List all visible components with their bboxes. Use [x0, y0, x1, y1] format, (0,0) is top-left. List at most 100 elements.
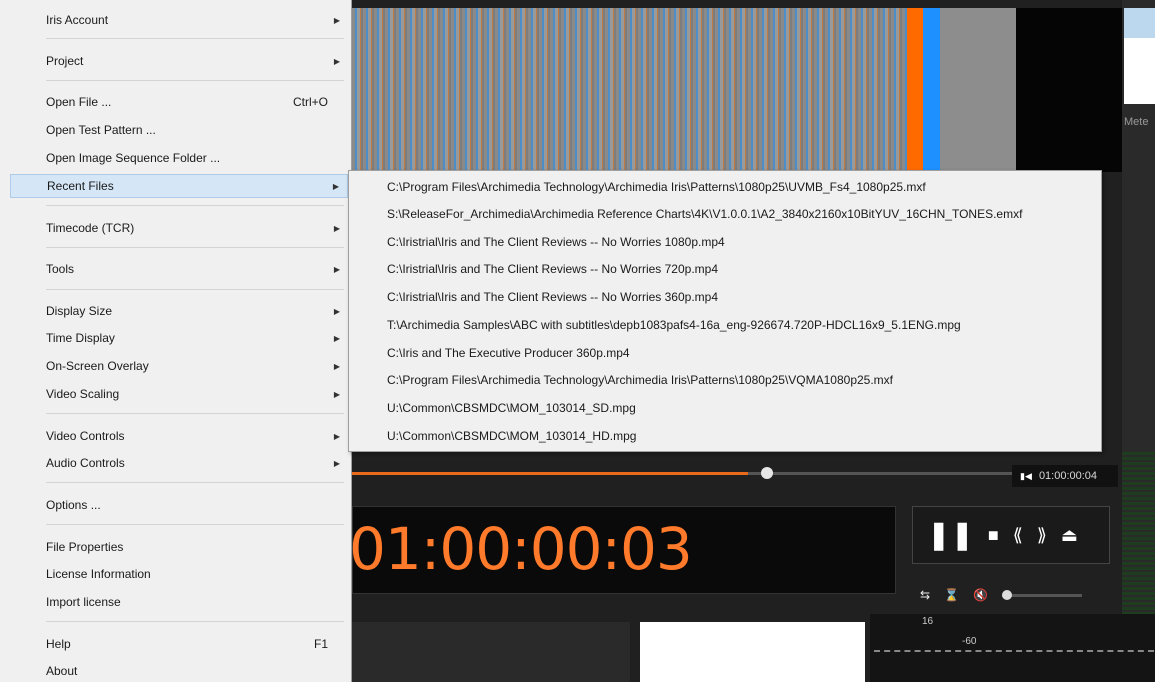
seek-thumb[interactable] — [761, 467, 773, 479]
menu-item-import-license[interactable]: Import license — [10, 590, 348, 614]
recent-file-item[interactable]: C:\Program Files\Archimedia Technology\A… — [353, 175, 1097, 199]
eject-icon[interactable]: ⏏ — [1061, 526, 1078, 544]
test-pattern-bar-black — [1016, 8, 1122, 172]
menu-item-on-screen-overlay[interactable]: On-Screen Overlay ▶ — [10, 354, 348, 378]
loop-icon[interactable]: ⇆ — [920, 588, 930, 602]
menu-item-label: Timecode (TCR) — [46, 221, 135, 235]
menu-item-label: File Properties — [46, 540, 124, 554]
side-panel-content — [1124, 38, 1155, 104]
menu-item-iris-account[interactable]: Iris Account ▶ — [10, 8, 348, 32]
chevron-right-icon: ▶ — [333, 431, 340, 441]
recent-file-item[interactable]: C:\Iristrial\Iris and The Client Reviews… — [353, 230, 1097, 254]
menu-item-project[interactable]: Project ▶ — [10, 49, 348, 73]
transport-controls: ❚❚ ■ ⟪ ⟫ ⏏ — [912, 506, 1110, 564]
chevron-right-icon: ▶ — [333, 389, 340, 399]
menu-item-label: Video Controls — [46, 429, 125, 443]
pause-icon[interactable]: ❚❚ — [927, 521, 974, 549]
menu-item-about[interactable]: About — [10, 659, 348, 682]
test-pattern-bar-orange — [907, 8, 923, 172]
menu-separator — [46, 289, 344, 290]
timecode-panel: 01:00:00:03 — [349, 506, 896, 594]
menu-separator — [46, 413, 344, 414]
menu-item-open-test-pattern[interactable]: Open Test Pattern ... — [10, 118, 348, 142]
seek-progress — [352, 472, 748, 475]
menu-separator — [46, 524, 344, 525]
chevron-right-icon: ▶ — [332, 181, 339, 191]
fast-forward-icon[interactable]: ⟫ — [1037, 526, 1047, 544]
menu-item-label: Recent Files — [47, 179, 114, 193]
recent-file-item[interactable]: S:\ReleaseFor_Archimedia\Archimedia Refe… — [353, 202, 1097, 226]
recent-file-item[interactable]: C:\Iristrial\Iris and The Client Reviews… — [353, 285, 1097, 309]
menu-separator — [46, 247, 344, 248]
mark-in-icon: ▮◀ — [1020, 471, 1032, 481]
menu-item-label: Iris Account — [46, 13, 109, 27]
menu-separator — [46, 38, 344, 39]
side-panel-header — [1124, 8, 1155, 38]
recent-file-item[interactable]: U:\Common\CBSMDC\MOM_103014_SD.mpg — [353, 396, 1097, 420]
menu-separator — [46, 482, 344, 483]
seek-bar[interactable] — [352, 472, 1012, 475]
menu-item-options[interactable]: Options ... — [10, 493, 348, 517]
menu-item-open-file[interactable]: Open File ... Ctrl+O — [10, 90, 348, 114]
menu-item-file-properties[interactable]: File Properties — [10, 535, 348, 559]
menu-separator — [46, 80, 344, 81]
chevron-right-icon: ▶ — [333, 333, 340, 343]
chevron-right-icon: ▶ — [333, 361, 340, 371]
menu-item-label: On-Screen Overlay — [46, 359, 149, 373]
volume-slider[interactable] — [1001, 589, 1082, 600]
menu-item-label: Help — [46, 637, 71, 651]
chevron-right-icon: ▶ — [333, 15, 340, 25]
menu-item-license-information[interactable]: License Information — [10, 562, 348, 586]
menu-item-label: Options ... — [46, 498, 101, 512]
menu-item-recent-files[interactable]: Recent Files ▶ — [10, 174, 348, 198]
stop-icon[interactable]: ■ — [988, 526, 999, 544]
menu-item-tools[interactable]: Tools ▶ — [10, 257, 348, 281]
audio-scope — [870, 614, 1155, 682]
menu-item-label: Audio Controls — [46, 456, 125, 470]
scope-reference-line — [874, 650, 1154, 652]
main-menu: Iris Account ▶ Project ▶ Open File ... C… — [0, 0, 352, 682]
menu-item-video-controls[interactable]: Video Controls ▶ — [10, 424, 348, 448]
recent-file-item[interactable]: U:\Common\CBSMDC\MOM_103014_HD.mpg — [353, 424, 1097, 448]
menu-item-video-scaling[interactable]: Video Scaling ▶ — [10, 382, 348, 406]
menu-item-label: Display Size — [46, 304, 113, 318]
menu-item-label: Import license — [46, 595, 121, 609]
recent-files-submenu: C:\Program Files\Archimedia Technology\A… — [348, 170, 1102, 452]
menu-item-label: Open Test Pattern ... — [46, 123, 156, 137]
chevron-right-icon: ▶ — [333, 56, 340, 66]
menu-item-open-image-sequence[interactable]: Open Image Sequence Folder ... — [10, 146, 348, 170]
rewind-icon[interactable]: ⟪ — [1013, 526, 1023, 544]
menu-separator — [46, 205, 344, 206]
menu-item-label: Tools — [46, 262, 75, 276]
recent-file-item[interactable]: C:\Program Files\Archimedia Technology\A… — [353, 368, 1097, 392]
scope-tick-label: -60 — [962, 636, 977, 647]
menu-item-audio-controls[interactable]: Audio Controls ▶ — [10, 451, 348, 475]
menu-item-shortcut: Ctrl+O — [292, 95, 328, 109]
recent-file-item[interactable]: C:\Iristrial\Iris and The Client Reviews… — [353, 257, 1097, 281]
menu-item-label: Time Display — [46, 331, 115, 345]
chevron-right-icon: ▶ — [333, 223, 340, 233]
test-pattern-bar-gray — [940, 8, 1016, 172]
secondary-controls: ⇆ ⌛ 🔇 — [912, 580, 1110, 610]
menu-separator — [46, 621, 344, 622]
menu-item-label: Project — [46, 54, 84, 68]
preview-panel — [640, 622, 865, 682]
menu-item-help[interactable]: Help F1 — [10, 632, 348, 656]
menu-item-time-display[interactable]: Time Display ▶ — [10, 326, 348, 350]
chevron-right-icon: ▶ — [333, 458, 340, 468]
timecode-main: 01:00:00:03 — [349, 515, 693, 583]
volume-thumb[interactable] — [1001, 589, 1012, 600]
menu-item-label: About — [46, 664, 78, 678]
current-timecode: 01:00:00:04 — [1038, 470, 1098, 482]
menu-item-timecode[interactable]: Timecode (TCR) ▶ — [10, 216, 348, 240]
test-pattern-bar-blue — [923, 8, 940, 172]
recent-file-item[interactable]: T:\Archimedia Samples\ABC with subtitles… — [353, 313, 1097, 337]
recent-file-item[interactable]: C:\Iris and The Executive Producer 360p.… — [353, 341, 1097, 365]
chevron-right-icon: ▶ — [333, 264, 340, 274]
scope-label: 16 — [922, 616, 934, 627]
mute-icon[interactable]: 🔇 — [973, 588, 988, 602]
menu-item-label: Open Image Sequence Folder ... — [46, 151, 221, 165]
hourglass-icon[interactable]: ⌛ — [944, 588, 959, 602]
chevron-right-icon: ▶ — [333, 306, 340, 316]
menu-item-display-size[interactable]: Display Size ▶ — [10, 299, 348, 323]
